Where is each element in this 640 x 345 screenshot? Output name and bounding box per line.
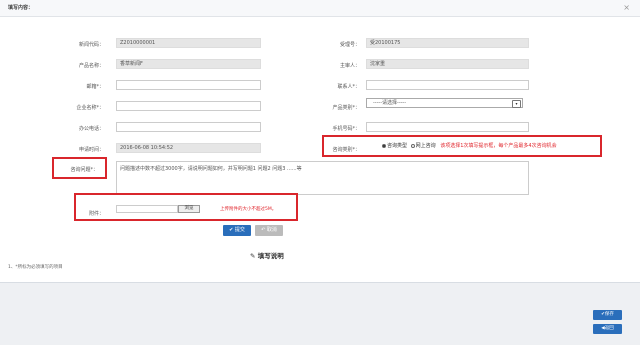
chevron-down-icon[interactable]: ▾: [512, 100, 521, 108]
close-icon[interactable]: ×: [623, 3, 630, 12]
consult-type-hint: 该项选择1次填写提示框，每个产品最多4次咨询机会: [440, 143, 557, 149]
label-mobile: 手机号码*：: [332, 126, 360, 132]
reset-button[interactable]: ↶ 取消: [255, 225, 283, 236]
label-product-category: 产品类别*：: [332, 105, 360, 111]
label-product-name: 产品名称：: [78, 63, 104, 69]
instructions-note: 1、*所标为必须填写的项目: [8, 265, 63, 270]
label-reviewer: 主审人：: [339, 63, 360, 69]
save-button[interactable]: ✔保存: [593, 310, 622, 320]
mobile-field[interactable]: [366, 122, 529, 132]
check-icon: ✔: [229, 227, 234, 233]
label-company: 企业名称*：: [76, 105, 104, 111]
radio-consult-type[interactable]: [382, 143, 386, 148]
note-icon: ✎: [250, 252, 256, 260]
contact-field[interactable]: [366, 80, 529, 90]
radio-online[interactable]: [410, 143, 415, 148]
consult-type-options: 咨询类型 网上咨询 该项选择1次填写提示框，每个产品最多4次咨询机会: [382, 142, 557, 149]
back-button[interactable]: ◀返回: [593, 324, 622, 334]
company-field[interactable]: [116, 101, 261, 111]
back-button-label: 返回: [604, 326, 614, 331]
attachment-hint: 上传附件的大小不超过5M。: [220, 207, 277, 212]
apply-time-field: 2016-06-08 10:54:52: [116, 143, 261, 153]
dialog-titlebar: 填写内容： ×: [0, 0, 640, 17]
submit-button[interactable]: ✔ 提交: [223, 225, 251, 236]
label-accept-no: 受理号：: [339, 42, 360, 48]
browse-button[interactable]: 浏览: [178, 205, 200, 213]
label-news-code: 新闻代码：: [78, 42, 104, 48]
dialog-title: 填写内容：: [8, 5, 34, 11]
label-question: 咨询问题*：: [70, 167, 98, 173]
label-attachment: 附件：: [88, 211, 104, 217]
radio-consult-type-label: 咨询类型: [387, 143, 408, 149]
label-apply-time: 申请时间：: [78, 147, 104, 153]
radio-online-label: 网上咨询: [415, 143, 436, 149]
reset-button-label: 取消: [266, 227, 277, 233]
question-textarea[interactable]: 问题描述中数不超过3000字，请说明问题如何，并写明问题1 问题2 问题3 ..…: [116, 161, 529, 195]
label-email: 邮箱*：: [86, 84, 104, 90]
news-code-field: Z2010000001: [116, 38, 261, 48]
product-category-select[interactable]: -----请选择----- ▾: [366, 98, 523, 108]
dialog-window: 填写内容： × 新闻代码： Z2010000001 受理号： 受20100175…: [0, 0, 640, 283]
attachment-path-field[interactable]: [116, 205, 178, 213]
instructions-title-text: 填写说明: [257, 252, 284, 260]
email-field[interactable]: [116, 80, 261, 90]
reviewer-field: 沈家重: [366, 59, 529, 69]
undo-icon: ↶: [261, 227, 266, 233]
office-phone-field[interactable]: [116, 122, 261, 132]
instructions-title: ✎ 填写说明: [250, 250, 284, 260]
product-name-field: 香草新闻F: [116, 59, 261, 69]
label-office-phone: 办公电话：: [78, 126, 104, 132]
label-contact: 联系人*：: [337, 84, 360, 90]
accept-no-field: 受20100175: [366, 38, 529, 48]
save-button-label: 保存: [604, 312, 614, 317]
submit-button-label: 提交: [234, 227, 245, 233]
product-category-value: -----请选择-----: [373, 100, 407, 106]
